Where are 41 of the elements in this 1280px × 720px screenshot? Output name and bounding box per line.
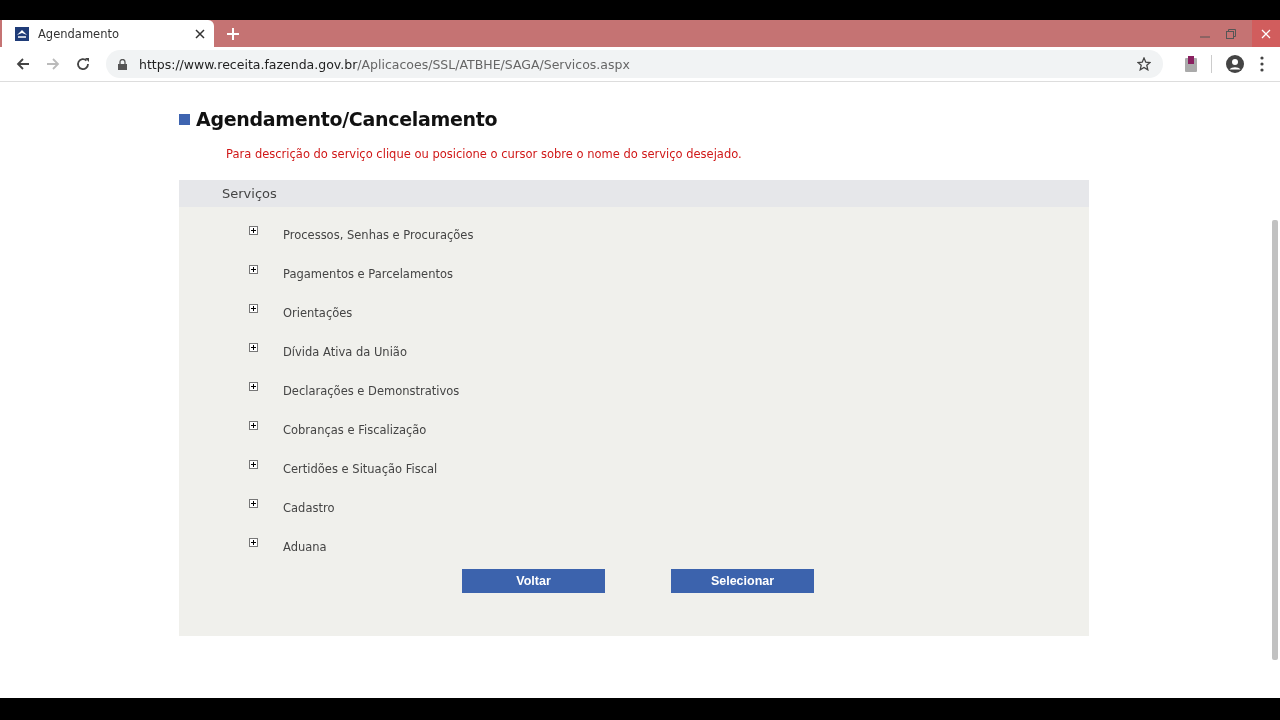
expand-icon[interactable] <box>249 538 258 547</box>
service-link[interactable]: Pagamentos e Parcelamentos <box>283 266 453 281</box>
expand-icon[interactable] <box>249 343 258 352</box>
page-title: Agendamento/Cancelamento <box>196 108 498 130</box>
service-link[interactable]: Processos, Senhas e Procurações <box>283 227 474 242</box>
browser-tab[interactable]: Agendamento <box>2 20 214 47</box>
tab-title: Agendamento <box>38 26 120 41</box>
expand-icon[interactable] <box>249 382 258 391</box>
service-link[interactable]: Orientações <box>283 305 353 320</box>
close-icon <box>1261 28 1271 39</box>
action-button[interactable]: Selecionar <box>671 569 814 593</box>
instruction-text: Para descrição do serviço clique ou posicione o cursor sobre o nome do serviço desejado. <box>226 147 743 161</box>
star-icon[interactable] <box>1137 57 1151 71</box>
expand-icon[interactable] <box>249 226 258 235</box>
site-logo-icon <box>15 26 29 41</box>
service-link[interactable]: Declarações e Demonstrativos <box>283 383 460 398</box>
lock-icon <box>118 58 127 70</box>
service-link[interactable]: Cobranças e Fiscalização <box>283 422 427 437</box>
expand-icon[interactable] <box>249 265 258 274</box>
scrollbar[interactable] <box>1272 220 1278 660</box>
square-bullet-icon <box>179 113 190 125</box>
service-link[interactable]: Certidões e Situação Fiscal <box>283 461 438 476</box>
service-link[interactable]: Cadastro <box>283 500 335 515</box>
reload-icon[interactable] <box>76 57 90 71</box>
panel-header-title: Serviços <box>222 186 277 201</box>
expand-icon[interactable] <box>249 460 258 469</box>
menu-icon[interactable] <box>1260 56 1264 72</box>
back-arrow-icon[interactable] <box>16 57 30 71</box>
plus-icon[interactable] <box>227 27 239 40</box>
action-button[interactable]: Voltar <box>462 569 605 593</box>
service-link[interactable]: Dívida Ativa da União <box>283 344 407 359</box>
close-icon[interactable] <box>195 28 205 39</box>
profile-icon[interactable] <box>1226 55 1244 73</box>
address-bar[interactable]: https://www.receita.fazenda.gov.br/Aplicacoes/SSL/ATBHE/SAGA/Servicos.aspx <box>106 50 1163 78</box>
expand-icon[interactable] <box>249 499 258 508</box>
extension-icon[interactable] <box>1185 56 1197 72</box>
expand-icon[interactable] <box>249 304 258 313</box>
url-text: https://www.receita.fazenda.gov.br/Aplicacoes/SSL/ATBHE/SAGA/Servicos.aspx <box>139 56 630 72</box>
close-window-button[interactable] <box>1252 20 1280 47</box>
service-link[interactable]: Aduana <box>283 539 327 554</box>
expand-icon[interactable] <box>249 421 258 430</box>
